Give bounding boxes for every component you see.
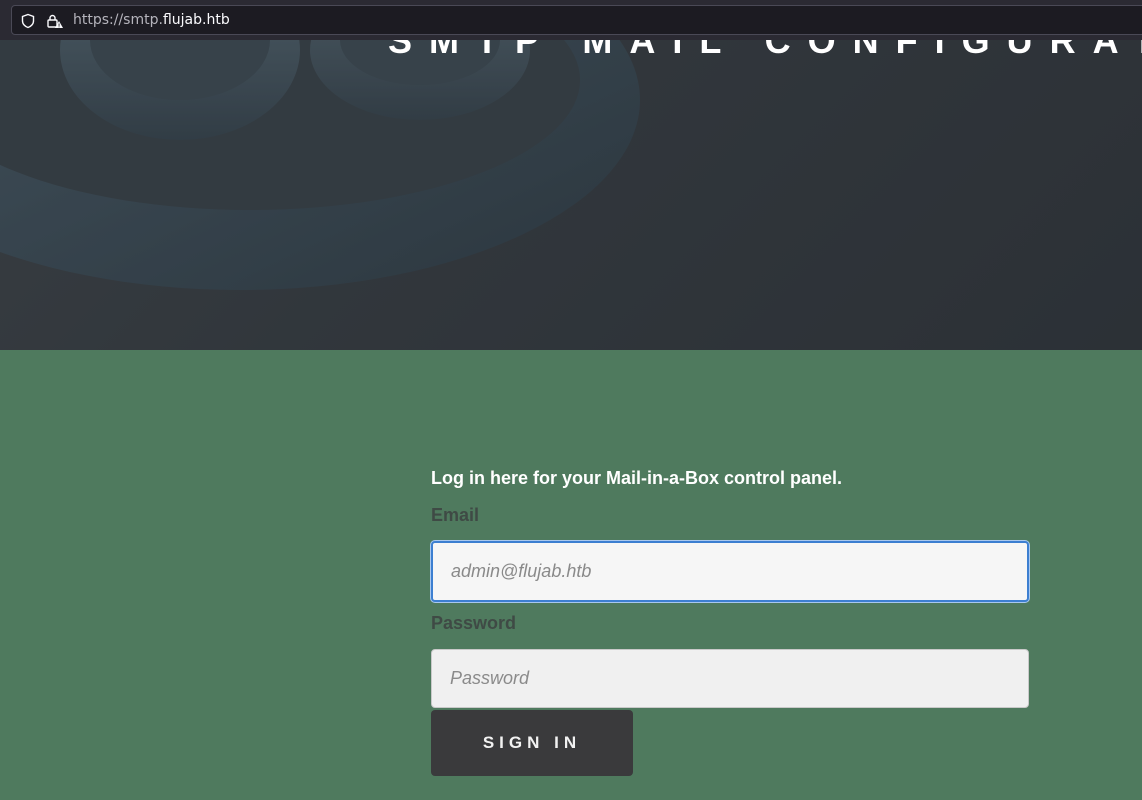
- hero-banner: SMTP MAIL CONFIGURATION: [0, 40, 1142, 350]
- lock-warning-icon[interactable]: [46, 13, 63, 29]
- password-label: Password: [431, 613, 517, 633]
- url-prefix: https://smtp.: [73, 12, 163, 28]
- hero-background-image: [0, 40, 1142, 350]
- login-section: Log in here for your Mail-in-a-Box contr…: [0, 350, 1142, 800]
- page-title: SMTP MAIL CONFIGURATION: [388, 40, 1142, 61]
- email-input[interactable]: [431, 541, 1029, 602]
- address-field[interactable]: https://smtp.flujab.htb: [11, 5, 1142, 35]
- url-domain: flujab.htb: [162, 12, 230, 28]
- browser-url-bar: https://smtp.flujab.htb: [0, 0, 1142, 40]
- email-label: Email: [431, 505, 480, 525]
- password-input[interactable]: [431, 649, 1029, 708]
- url-text[interactable]: https://smtp.flujab.htb: [73, 12, 230, 28]
- sign-in-button[interactable]: SIGN IN: [431, 710, 633, 776]
- login-intro-text: Log in here for your Mail-in-a-Box contr…: [431, 468, 843, 488]
- shield-icon[interactable]: [20, 13, 36, 29]
